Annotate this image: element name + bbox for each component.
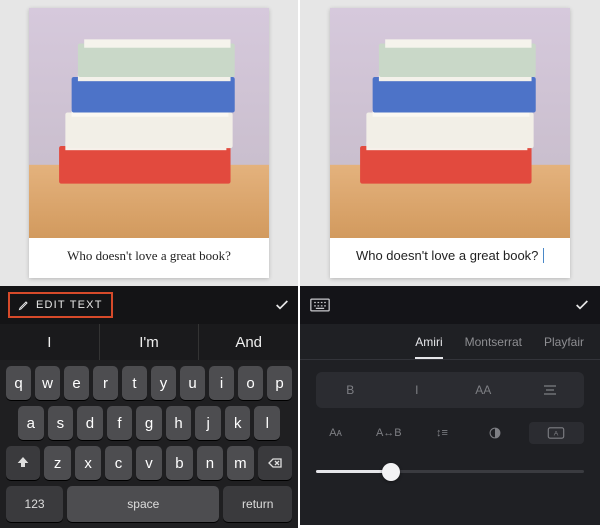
keyboard-panel: EDIT TEXT I I'm And q w e r t y u i o p xyxy=(0,286,298,528)
svg-text:A: A xyxy=(554,431,559,438)
caption-left[interactable]: Who doesn't love a great book? xyxy=(29,238,269,278)
pencil-icon xyxy=(18,299,30,311)
align-button[interactable] xyxy=(522,378,579,402)
keyboard-header: EDIT TEXT xyxy=(0,286,298,324)
bold-button[interactable]: B xyxy=(322,378,379,402)
return-key[interactable]: return xyxy=(223,486,292,522)
key-q[interactable]: q xyxy=(6,366,31,400)
key-a[interactable]: a xyxy=(18,406,44,440)
key-t[interactable]: t xyxy=(122,366,147,400)
numbers-key[interactable]: 123 xyxy=(6,486,63,522)
key-d[interactable]: d xyxy=(77,406,103,440)
confirm-check-icon[interactable] xyxy=(274,297,290,313)
opacity-icon xyxy=(488,426,502,440)
kb-row-2: a s d f g h j k l xyxy=(6,406,292,440)
slider-track xyxy=(316,470,584,473)
suggestion-row: I I'm And xyxy=(0,324,298,360)
size-slider[interactable] xyxy=(300,456,600,473)
confirm-check-icon-right[interactable] xyxy=(574,297,590,313)
suggestion-2[interactable]: I'm xyxy=(100,324,200,360)
opacity-button[interactable] xyxy=(476,422,515,444)
illustration-right xyxy=(330,8,570,238)
key-l[interactable]: l xyxy=(254,406,280,440)
letter-spacing-button[interactable]: A↔B xyxy=(369,422,408,444)
key-z[interactable]: z xyxy=(44,446,70,480)
edit-text-label: EDIT TEXT xyxy=(36,299,103,311)
style-section: B I AA Aᴀ A↔B ↕≡ A xyxy=(300,360,600,456)
shift-key[interactable] xyxy=(6,446,40,480)
document-card-right: Who doesn't love a great book? xyxy=(330,8,570,278)
key-m[interactable]: m xyxy=(227,446,253,480)
key-x[interactable]: x xyxy=(75,446,101,480)
suggestion-3[interactable]: And xyxy=(199,324,298,360)
key-s[interactable]: s xyxy=(48,406,74,440)
keyboard-icon[interactable] xyxy=(310,298,330,312)
key-o[interactable]: o xyxy=(238,366,263,400)
key-c[interactable]: c xyxy=(105,446,131,480)
font-tab-montserrat[interactable]: Montserrat xyxy=(465,335,522,359)
key-p[interactable]: p xyxy=(267,366,292,400)
text-tools-panel: Amiri Montserrat Playfair B I AA Aᴀ A↔B … xyxy=(300,286,600,525)
key-j[interactable]: j xyxy=(195,406,221,440)
backspace-key[interactable] xyxy=(258,446,292,480)
key-k[interactable]: k xyxy=(225,406,251,440)
key-i[interactable]: i xyxy=(209,366,234,400)
kb-row-1: q w e r t y u i o p xyxy=(6,366,292,400)
key-f[interactable]: f xyxy=(107,406,133,440)
font-tab-playfair[interactable]: Playfair xyxy=(544,335,584,359)
align-icon xyxy=(542,383,558,397)
backspace-icon xyxy=(267,455,283,471)
key-h[interactable]: h xyxy=(166,406,192,440)
slider-thumb[interactable] xyxy=(382,463,400,481)
key-n[interactable]: n xyxy=(197,446,223,480)
document-card-left: Who doesn't love a great book? xyxy=(29,8,269,278)
font-tabs: Amiri Montserrat Playfair xyxy=(300,324,600,360)
kb-row-3: z x c v b n m xyxy=(6,446,292,480)
text-size-button[interactable]: Aᴀ xyxy=(316,422,355,444)
illustration-left xyxy=(29,8,269,238)
caps-button[interactable]: AA xyxy=(455,378,512,402)
textbox-icon: A xyxy=(547,427,565,439)
kb-row-4: 123 space return xyxy=(6,486,292,522)
style-row: B I AA xyxy=(316,372,584,408)
font-tab-amiri[interactable]: Amiri xyxy=(415,335,442,359)
panel-left: Who doesn't love a great book? EDIT TEXT… xyxy=(0,0,300,525)
slider-fill xyxy=(316,470,391,473)
key-r[interactable]: r xyxy=(93,366,118,400)
adjust-row: Aᴀ A↔B ↕≡ A xyxy=(316,422,584,444)
italic-button[interactable]: I xyxy=(389,378,446,402)
text-cursor xyxy=(539,248,544,263)
tools-header xyxy=(300,286,600,324)
key-u[interactable]: u xyxy=(180,366,205,400)
key-v[interactable]: v xyxy=(136,446,162,480)
canvas-area-right: Who doesn't love a great book? xyxy=(300,0,600,286)
edit-text-button[interactable]: EDIT TEXT xyxy=(8,292,113,318)
key-e[interactable]: e xyxy=(64,366,89,400)
shift-icon xyxy=(15,455,31,471)
key-w[interactable]: w xyxy=(35,366,60,400)
panel-right: Who doesn't love a great book? Amiri Mon… xyxy=(300,0,600,525)
keyboard-rows: q w e r t y u i o p a s d f g h j k l xyxy=(0,360,298,528)
space-key[interactable]: space xyxy=(67,486,219,522)
key-b[interactable]: b xyxy=(166,446,192,480)
caption-right[interactable]: Who doesn't love a great book? xyxy=(330,238,570,278)
suggestion-1[interactable]: I xyxy=(0,324,100,360)
text-box-button[interactable]: A xyxy=(529,422,584,444)
key-y[interactable]: y xyxy=(151,366,176,400)
line-height-button[interactable]: ↕≡ xyxy=(422,422,461,444)
key-g[interactable]: g xyxy=(136,406,162,440)
canvas-area-left: Who doesn't love a great book? xyxy=(0,0,298,286)
